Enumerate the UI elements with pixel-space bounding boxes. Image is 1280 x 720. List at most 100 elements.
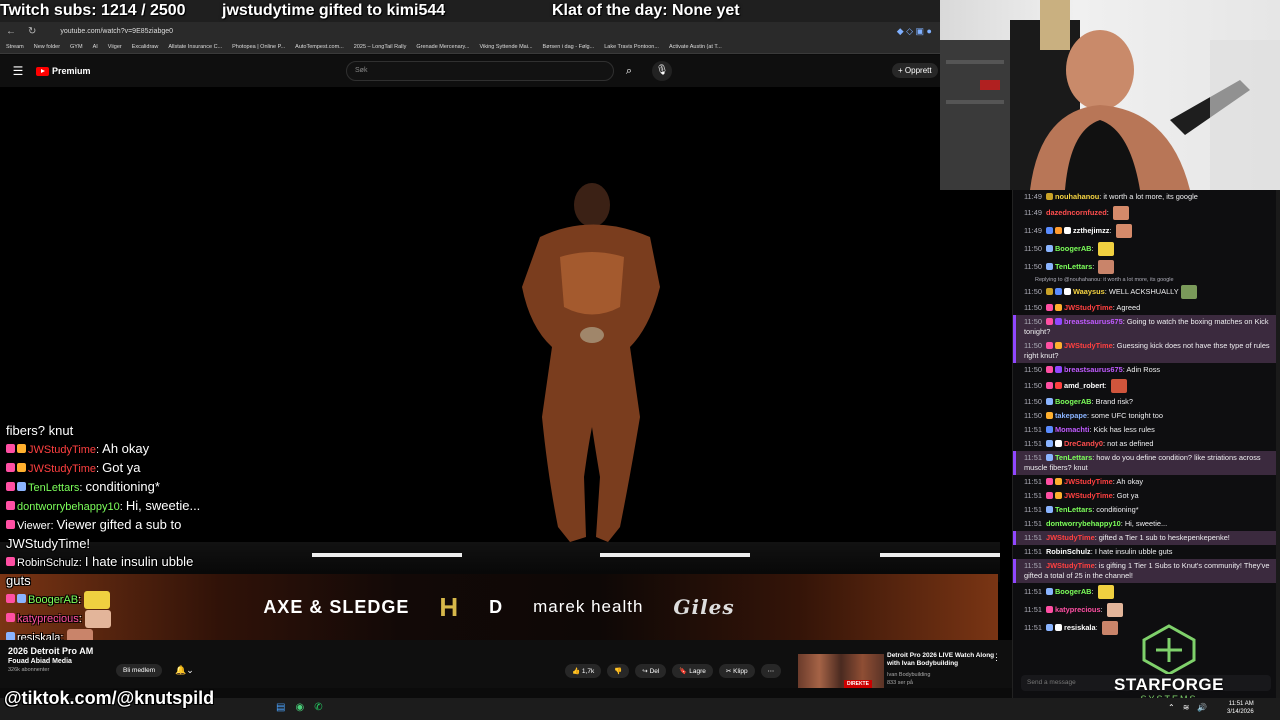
recommended-video[interactable]: DIREKTE Detroit Pro 2026 LIVE Watch Alon… <box>798 652 1008 688</box>
badge-icon[interactable] <box>1045 262 1053 270</box>
like-button[interactable]: 👍 1,7k <box>565 664 602 678</box>
more-actions-button[interactable]: ⋯ <box>760 664 782 678</box>
chat-username[interactable]: TenLettars <box>1055 505 1092 514</box>
chat-username[interactable]: DreCandy0 <box>1064 439 1103 448</box>
chat-username[interactable]: Momachti <box>1055 425 1090 434</box>
chat-username[interactable]: amd_robert <box>1064 381 1105 390</box>
chat-emote-icon[interactable] <box>1180 285 1197 299</box>
more-vert-icon[interactable]: ⋮ <box>992 652 1001 663</box>
search-input[interactable]: Søk <box>346 61 614 81</box>
chat-scrollbar[interactable] <box>1276 190 1280 698</box>
bookmark-item[interactable]: Grenade Mercenary... <box>416 44 469 50</box>
chat-message[interactable]: 11:50 JWStudyTime: Agreed <box>1013 301 1280 315</box>
badge-icon[interactable] <box>1045 454 1053 461</box>
chat-username[interactable]: katyprecious <box>1055 605 1101 614</box>
volume-icon[interactable]: 🔊 <box>1197 703 1207 712</box>
system-tray[interactable]: ⌃ ≋ 🔊 <box>1168 703 1207 712</box>
search-icon[interactable]: ⌕ <box>618 61 640 81</box>
chat-username[interactable]: Waaysus <box>1073 287 1105 296</box>
chat-message[interactable]: 11:51 RobinSchulz: I hate insulin ubble g… <box>1013 545 1280 559</box>
badge-icon[interactable] <box>1054 342 1062 349</box>
chat-username[interactable]: BoogerAB <box>1055 397 1092 406</box>
chat-message[interactable]: 11:50 Waaysus: WELL ACKSHUALLY <box>1013 283 1280 301</box>
bookmark-item[interactable]: 2025 – LongTail Rally <box>354 44 407 50</box>
chat-username[interactable]: JWStudyTime <box>1046 533 1095 542</box>
channel-info[interactable]: 2026 Detroit Pro AM Fouad Abiad Media 32… <box>8 646 93 673</box>
youtube-logo[interactable]: Premium <box>36 66 91 76</box>
badge-icon[interactable] <box>1045 318 1053 325</box>
badge-icon[interactable] <box>1054 287 1062 295</box>
reload-icon[interactable]: ↻ <box>22 26 42 37</box>
chat-message[interactable]: 11:51 JWStudyTime: gifted a Tier 1 sub to… <box>1013 531 1280 545</box>
badge-icon[interactable] <box>1045 623 1053 631</box>
wifi-icon[interactable]: ≋ <box>1183 703 1190 712</box>
chat-message[interactable]: 11:50 BoogerAB: <box>1013 240 1280 258</box>
chat-message[interactable]: 11:50 breastsaurus675: Adin Ross <box>1013 363 1280 377</box>
chat-username[interactable]: JWStudyTime <box>1064 491 1113 500</box>
badge-icon[interactable] <box>1054 318 1062 325</box>
chat-username[interactable]: JWStudyTime <box>1064 303 1113 312</box>
microphone-icon[interactable]: 🎙 <box>652 61 672 81</box>
badge-icon[interactable] <box>1054 381 1062 389</box>
bookmark-item[interactable]: GYM <box>70 44 83 50</box>
chat-message-list[interactable]: 11:49 nouhahanou: it worth a lot more, it… <box>1013 190 1280 637</box>
badge-icon[interactable] <box>1045 381 1053 389</box>
chat-message[interactable]: 11:51 katyprecious: <box>1013 601 1280 619</box>
chat-username[interactable]: resiskala <box>1064 623 1096 632</box>
badge-icon[interactable] <box>1054 304 1062 311</box>
join-button[interactable]: Bli medlem <box>116 664 163 677</box>
chat-username[interactable]: dazedncornfuzed <box>1046 208 1107 217</box>
bookmark-item[interactable]: Viiger <box>108 44 122 50</box>
menu-icon[interactable]: ☰ <box>0 64 36 78</box>
chat-message[interactable]: 11:51 JWStudyTime: is gifting 1 Tier 1 Su… <box>1013 559 1280 583</box>
chat-emote-icon[interactable] <box>1110 379 1127 393</box>
file-explorer-icon[interactable]: ▤ <box>276 702 285 713</box>
badge-icon[interactable] <box>1045 287 1053 295</box>
chevron-up-icon[interactable]: ⌃ <box>1168 703 1175 712</box>
chat-message[interactable]: 11:50 BoogerAB: Brand risk? <box>1013 395 1280 409</box>
chat-username[interactable]: JWStudyTime <box>1064 477 1113 486</box>
bookmark-item[interactable]: AI <box>93 44 98 50</box>
badge-icon[interactable] <box>1045 605 1053 613</box>
chat-message[interactable]: 11:51 TenLettars: conditioning* <box>1013 503 1280 517</box>
chat-username[interactable]: TenLettars <box>1055 453 1092 462</box>
chat-username[interactable]: BoogerAB <box>1055 587 1092 596</box>
badge-icon[interactable] <box>1045 478 1053 485</box>
chat-emote-icon[interactable] <box>1106 603 1123 617</box>
badge-icon[interactable] <box>1045 506 1053 513</box>
chat-message[interactable]: 11:50 TenLettars: <box>1013 258 1280 276</box>
chat-emote-icon[interactable] <box>1112 206 1129 220</box>
badge-icon[interactable] <box>1054 623 1062 631</box>
clock[interactable]: 11:51 AM 3/14/2026 <box>1227 700 1254 716</box>
bookmark-item[interactable]: New folder <box>34 44 60 50</box>
chat-username[interactable]: breastsaurus675 <box>1064 317 1123 326</box>
bookmark-item[interactable]: Allstate Insurance C... <box>168 44 222 50</box>
extension-icons[interactable]: ◆ ◇ ▣ ● <box>897 26 940 37</box>
address-bar[interactable]: ← ↻ youtube.com/watch?v=9E85ziabge0 ◆ ◇ … <box>0 22 940 40</box>
badge-icon[interactable] <box>1045 412 1053 419</box>
chat-message[interactable]: 11:51 dontworrybehappy10: Hi, sweetie... <box>1013 517 1280 531</box>
chat-emote-icon[interactable] <box>1097 585 1114 599</box>
badge-icon[interactable] <box>1054 226 1062 234</box>
badge-icon[interactable] <box>1054 366 1062 373</box>
chat-username[interactable]: dontworrybehappy10 <box>1046 519 1121 528</box>
badge-icon[interactable] <box>1045 426 1053 433</box>
chat-message[interactable]: 11:50 amd_robert: <box>1013 377 1280 395</box>
chat-message[interactable]: 11:49 nouhahanou: it worth a lot more, it… <box>1013 190 1280 204</box>
badge-icon[interactable] <box>1063 287 1071 295</box>
bookmark-item[interactable]: Børsen i dag - Følg... <box>543 44 595 50</box>
chat-username[interactable]: zzthejimzz <box>1073 226 1110 235</box>
chat-username[interactable]: TenLettars <box>1055 262 1092 271</box>
chat-username[interactable]: breastsaurus675 <box>1064 365 1123 374</box>
chat-message[interactable]: 11:51 DreCandy0: not as defined <box>1013 437 1280 451</box>
badge-icon[interactable] <box>1045 492 1053 499</box>
bookmark-item[interactable]: Photopea | Online P... <box>232 44 285 50</box>
chat-message[interactable]: 11:51 JWStudyTime: Got ya <box>1013 489 1280 503</box>
badge-icon[interactable] <box>1063 226 1071 234</box>
chat-message[interactable]: 11:51 BoogerAB: <box>1013 583 1280 601</box>
badge-icon[interactable] <box>1054 440 1062 447</box>
chat-message[interactable]: 11:49 dazedncornfuzed: <box>1013 204 1280 222</box>
bookmark-item[interactable]: Viking Syttende Mai... <box>479 44 532 50</box>
dislike-button[interactable]: 👎 <box>607 664 630 678</box>
chat-username[interactable]: JWStudyTime <box>1064 341 1113 350</box>
